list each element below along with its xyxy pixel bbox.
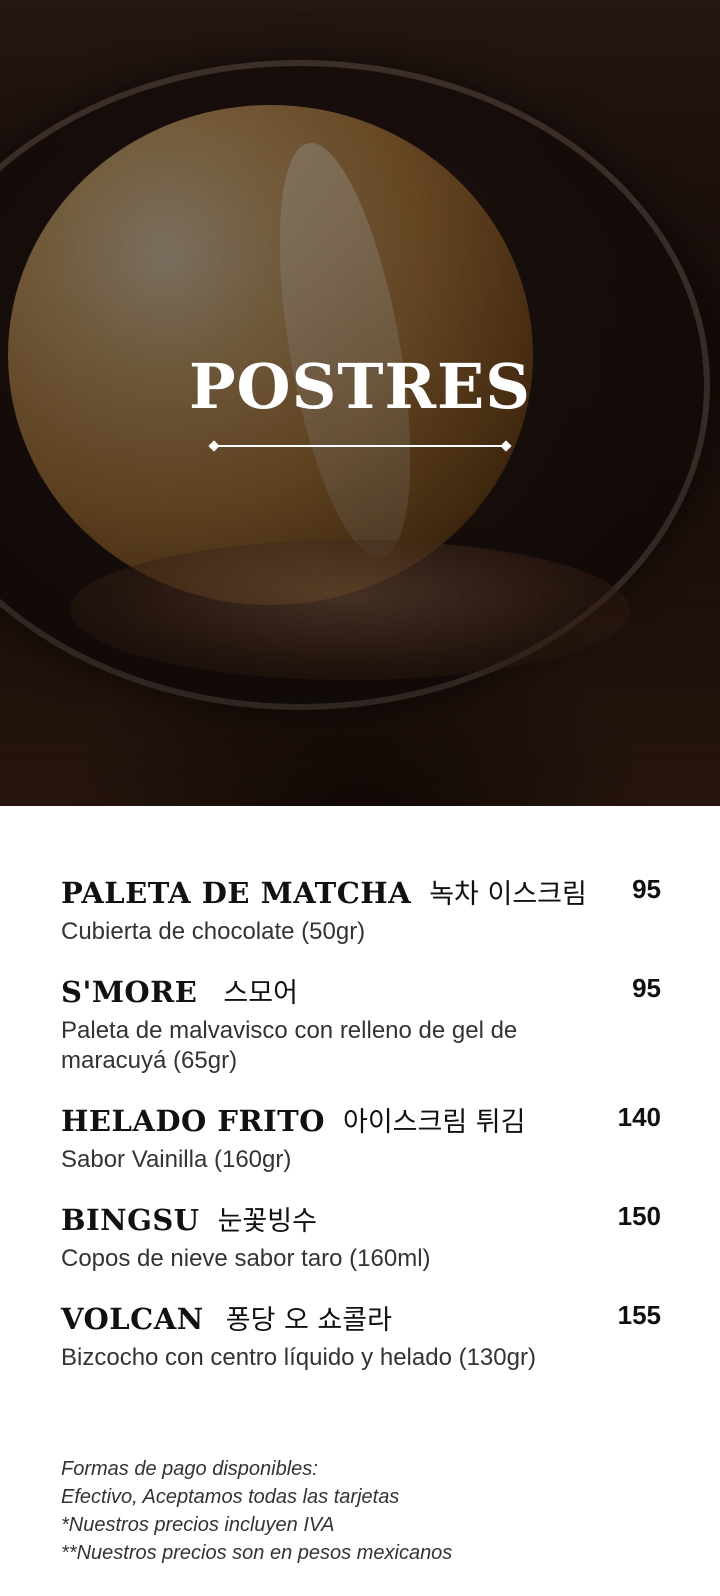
item-name: BINGSU: [61, 1203, 200, 1237]
item-description: Sabor Vainilla (160gr): [61, 1146, 292, 1173]
menu-item-bingsu: BINGSU 눈꽃빙수 150 Copos de nieve sabor tar…: [61, 1199, 661, 1274]
item-korean-name: 퐁당 오 쇼콜라: [225, 1305, 392, 1336]
item-price: 140: [617, 1102, 661, 1132]
item-korean-name: 녹차 이스크림: [429, 879, 587, 910]
hero-banner: POSTRES: [0, 0, 720, 806]
payment-notes: Formas de pago disponibles: Efectivo, Ac…: [61, 1455, 621, 1567]
item-name: PALETA DE MATCHA: [61, 876, 412, 910]
item-price: 95: [632, 973, 661, 1003]
currency-note: **Nuestros precios son en pesos mexicano…: [61, 1542, 453, 1564]
page-title: POSTRES: [188, 350, 532, 423]
item-korean-name: 아이스크림 튀김: [343, 1107, 526, 1138]
item-price: 95: [632, 874, 661, 904]
payment-methods-text: Efectivo, Aceptamos todas las tarjetas: [61, 1486, 400, 1508]
tax-note: *Nuestros precios incluyen IVA: [61, 1514, 335, 1536]
menu-item-smore: S'MORE 스모어 95 Paleta de malvavisco con r…: [61, 971, 661, 1076]
menu-item-paleta-de-matcha: PALETA DE MATCHA 녹차 이스크림 95 Cubierta de …: [61, 872, 661, 947]
item-name: VOLCAN: [61, 1302, 204, 1336]
item-name: S'MORE: [61, 975, 198, 1009]
item-korean-name: 스모어: [223, 978, 298, 1009]
item-price: 155: [617, 1300, 661, 1330]
item-description: Cubierta de chocolate (50gr): [61, 918, 366, 945]
dessert-menu-list: PALETA DE MATCHA 녹차 이스크림 95 Cubierta de …: [61, 872, 661, 1373]
item-price: 150: [617, 1201, 661, 1231]
item-description: Bizcocho con centro líquido y helado (13…: [61, 1344, 536, 1371]
menu-item-volcan: VOLCAN 퐁당 오 쇼콜라 155 Bizcocho con centro …: [61, 1298, 661, 1373]
item-name: HELADO FRITO: [61, 1104, 325, 1138]
item-description: Paleta de malvavisco con relleno de gel …: [61, 1017, 518, 1074]
title-divider: [214, 445, 506, 447]
payment-methods-heading: Formas de pago disponibles:: [61, 1458, 318, 1480]
menu-item-helado-frito: HELADO FRITO 아이스크림 튀김 140 Sabor Vainilla…: [61, 1100, 661, 1175]
item-description: Copos de nieve sabor taro (160ml): [61, 1245, 431, 1272]
item-korean-name: 눈꽃빙수: [217, 1206, 317, 1237]
